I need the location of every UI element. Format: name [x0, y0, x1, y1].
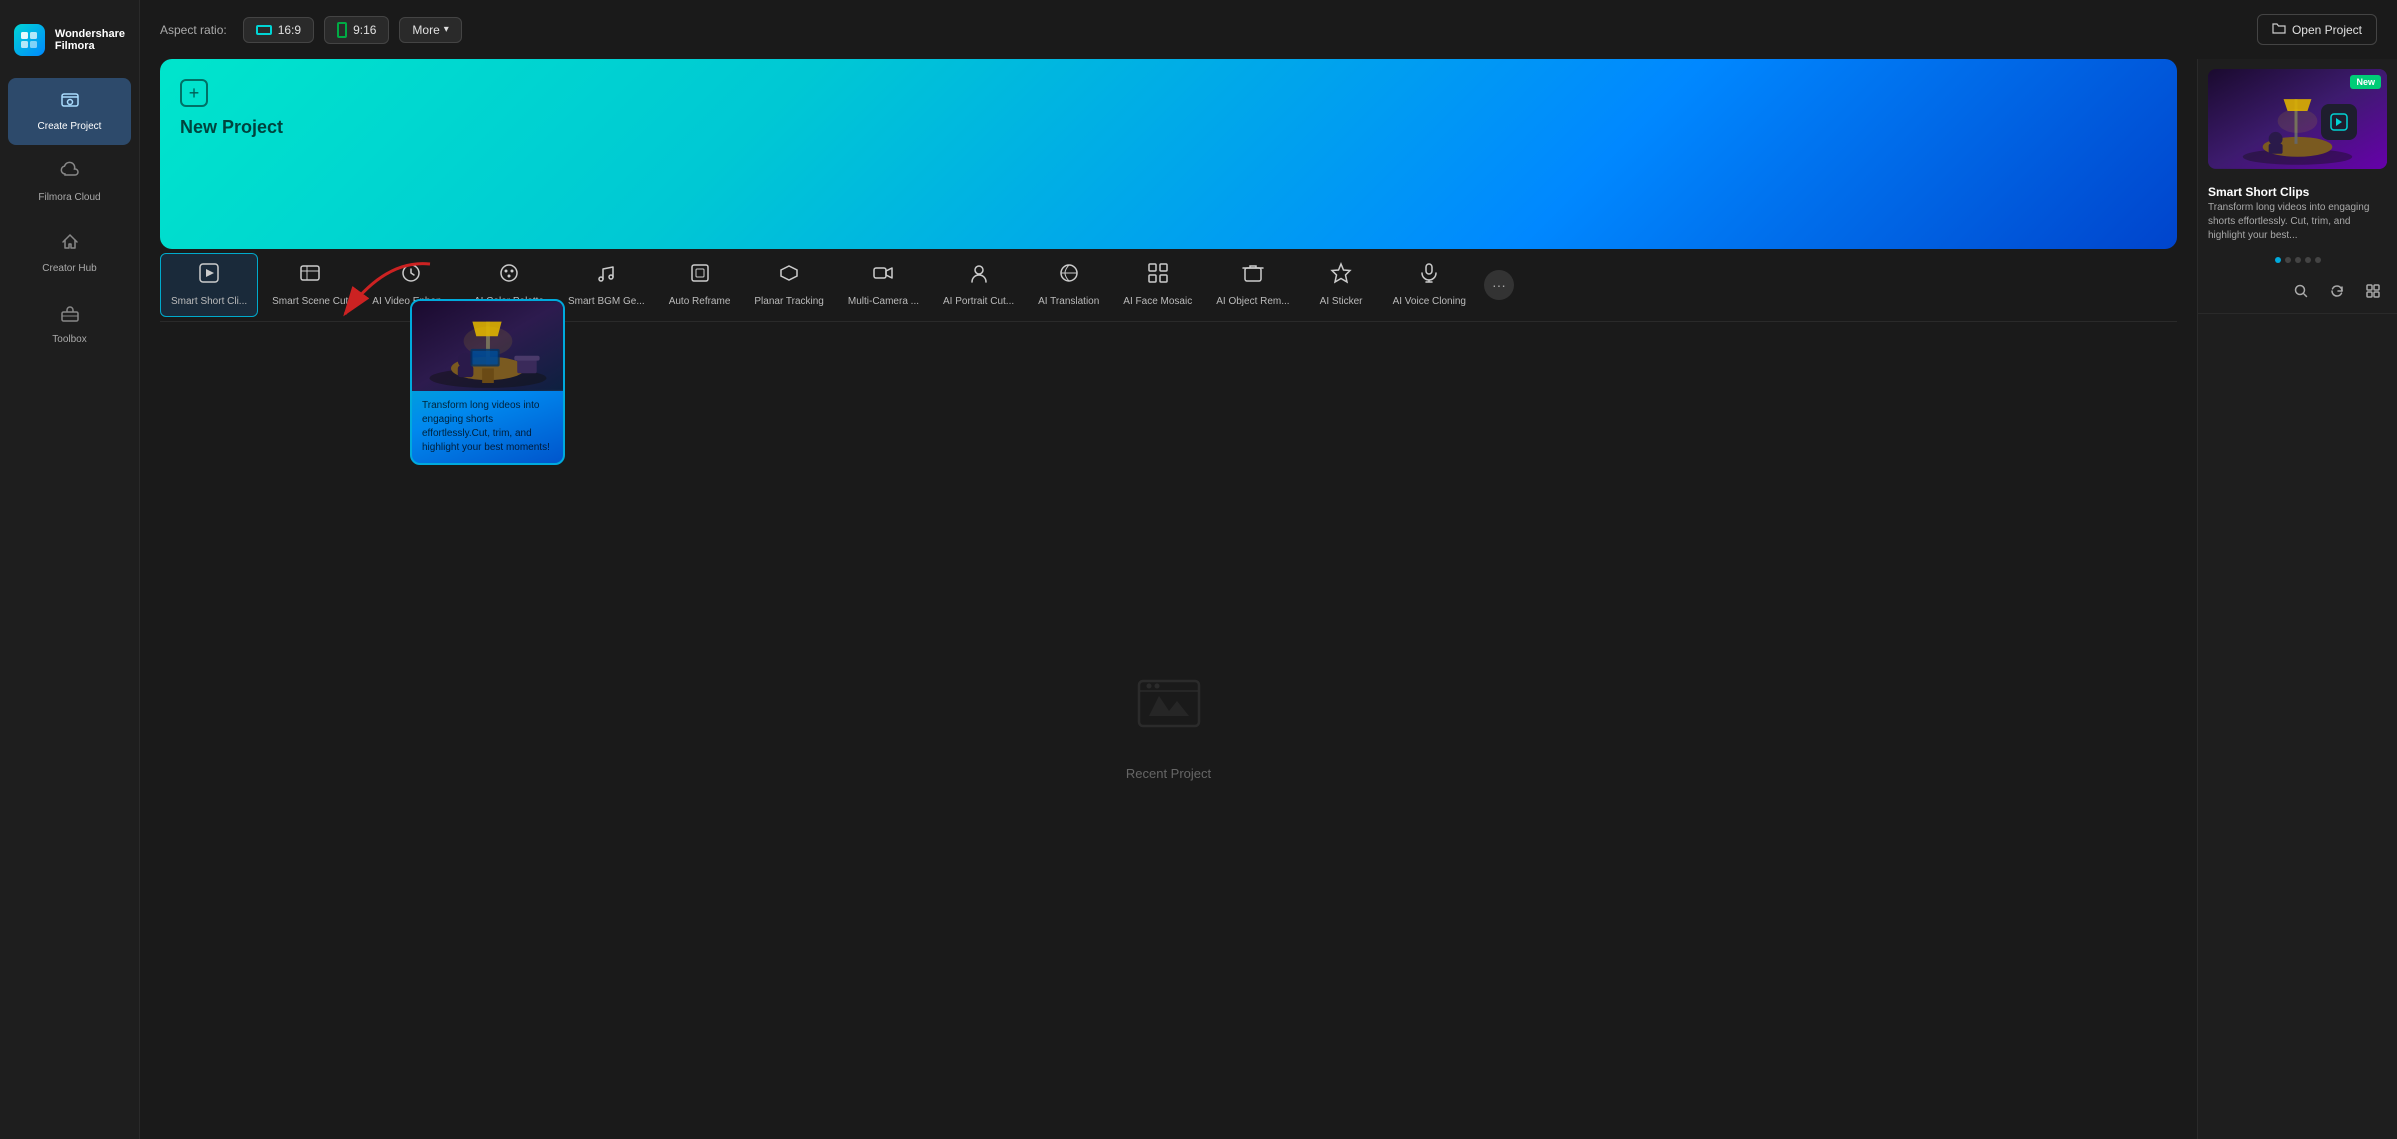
auto-reframe-icon [689, 262, 711, 291]
folder-icon [2272, 21, 2286, 38]
ai-face-mosaic-label: AI Face Mosaic [1123, 295, 1192, 308]
create-project-icon [60, 90, 80, 115]
feature-item-ai-translation[interactable]: AI Translation [1028, 254, 1109, 316]
tooltip-arrow [335, 254, 455, 334]
more-label: More [412, 23, 439, 37]
sidebar-item-create-project[interactable]: Create Project [8, 78, 131, 145]
ai-object-remove-label: AI Object Rem... [1216, 295, 1289, 308]
dot-1 [2275, 257, 2281, 263]
ai-object-remove-icon [1242, 262, 1264, 291]
more-features-btn[interactable]: ··· [1484, 270, 1514, 300]
smart-scene-cut-icon [299, 262, 321, 291]
feature-item-smart-short-clips[interactable]: Smart Short Cli... [160, 253, 258, 317]
sidebar-item-filmora-cloud[interactable]: Filmora Cloud [8, 149, 131, 216]
ratio-169-label: 16:9 [278, 23, 301, 37]
ai-sticker-label: AI Sticker [1320, 295, 1363, 308]
multi-camera-label: Multi-Camera ... [848, 295, 919, 308]
ratio-916-label: 9:16 [353, 23, 376, 37]
new-project-inner: + New Project [180, 79, 283, 138]
aspect-ratio-label: Aspect ratio: [160, 23, 227, 37]
main-area: Aspect ratio: 16:9 9:16 More ▾ Open Proj… [140, 0, 2397, 1139]
feature-item-ai-face-mosaic[interactable]: AI Face Mosaic [1113, 254, 1202, 316]
feature-item-ai-sticker[interactable]: AI Sticker [1304, 254, 1379, 316]
dot-4 [2305, 257, 2311, 263]
ai-voice-cloning-label: AI Voice Cloning [1393, 295, 1466, 308]
right-panel-description: Transform long videos into engaging shor… [2198, 201, 2397, 251]
tooltip-description: Transform long videos into engaging shor… [412, 391, 563, 463]
ratio-916-icon [337, 22, 347, 38]
auto-reframe-label: Auto Reframe [669, 295, 731, 308]
ratio-169-icon [256, 25, 272, 35]
feature-item-multi-camera[interactable]: Multi-Camera ... [838, 254, 929, 316]
toolbox-icon [60, 303, 80, 328]
dots-row [2198, 251, 2397, 269]
multi-camera-icon [872, 262, 894, 291]
right-panel-actions [2198, 269, 2397, 314]
right-panel: New Smart Short Clips Transform long vid… [2197, 59, 2397, 1139]
right-panel-card[interactable]: New [2208, 69, 2387, 169]
empty-state-label: Recent Project [1126, 766, 1211, 781]
feature-item-planar-tracking[interactable]: Planar Tracking [744, 254, 833, 316]
open-project-btn[interactable]: Open Project [2257, 14, 2377, 45]
right-panel-title: Smart Short Clips [2198, 179, 2397, 201]
feature-item-smart-bgm-gen[interactable]: Smart BGM Ge... [558, 254, 655, 316]
chevron-down-icon: ▾ [444, 24, 449, 35]
new-badge: New [2350, 75, 2381, 89]
feature-item-ai-object-remove[interactable]: AI Object Rem... [1206, 254, 1299, 316]
ai-portrait-cut-icon [968, 262, 990, 291]
more-btn[interactable]: More ▾ [399, 17, 461, 43]
smart-bgm-gen-icon [595, 262, 617, 291]
new-project-banner[interactable]: + New Project [160, 59, 2177, 249]
ellipsis-icon: ··· [1492, 277, 1506, 293]
sidebar-item-creator-hub-label: Creator Hub [42, 262, 96, 275]
ai-portrait-cut-label: AI Portrait Cut... [943, 295, 1014, 308]
content-area: + New Project Smart Short Cli... Smart S… [140, 59, 2397, 1139]
open-project-label: Open Project [2292, 23, 2362, 37]
sidebar-item-creator-hub[interactable]: Creator Hub [8, 220, 131, 287]
ai-translation-icon [1058, 262, 1080, 291]
smart-short-clips-label: Smart Short Cli... [171, 295, 247, 308]
feature-item-ai-voice-cloning[interactable]: AI Voice Cloning [1383, 254, 1476, 316]
ai-face-mosaic-icon [1147, 262, 1169, 291]
app-logo-icon [14, 24, 45, 56]
dot-3 [2295, 257, 2301, 263]
planar-tracking-icon [778, 262, 800, 291]
logo-area: Wondershare Filmora [0, 10, 139, 76]
smart-shorts-icon [2321, 104, 2357, 140]
planar-tracking-label: Planar Tracking [754, 295, 823, 308]
ai-voice-cloning-icon [1418, 262, 1440, 291]
sidebar-item-filmora-cloud-label: Filmora Cloud [38, 191, 100, 204]
grid-icon-btn[interactable] [2359, 277, 2387, 305]
sidebar: Wondershare Filmora Create Project Filmo… [0, 0, 140, 1139]
dot-2 [2285, 257, 2291, 263]
creator-hub-icon [60, 232, 80, 257]
sidebar-item-toolbox-label: Toolbox [52, 333, 86, 346]
smart-bgm-gen-label: Smart BGM Ge... [568, 295, 645, 308]
logo-text: Wondershare Filmora [55, 28, 125, 52]
refresh-icon-btn[interactable] [2323, 277, 2351, 305]
topbar: Aspect ratio: 16:9 9:16 More ▾ Open Proj… [140, 0, 2397, 59]
ai-translation-label: AI Translation [1038, 295, 1099, 308]
main-content: + New Project Smart Short Cli... Smart S… [140, 59, 2197, 1139]
feature-item-ai-portrait-cut[interactable]: AI Portrait Cut... [933, 254, 1024, 316]
smart-short-clips-icon [198, 262, 220, 291]
filmora-cloud-icon [60, 161, 80, 186]
search-icon-btn[interactable] [2287, 277, 2315, 305]
ai-sticker-icon [1330, 262, 1352, 291]
new-project-label: New Project [180, 117, 283, 138]
dot-5 [2315, 257, 2321, 263]
sidebar-item-toolbox[interactable]: Toolbox [8, 291, 131, 358]
feature-item-auto-reframe[interactable]: Auto Reframe [659, 254, 741, 316]
plus-icon: + [180, 79, 208, 107]
aspect-ratio-916-btn[interactable]: 9:16 [324, 16, 389, 44]
aspect-ratio-169-btn[interactable]: 16:9 [243, 17, 314, 43]
empty-icon [1129, 661, 1209, 754]
sidebar-item-create-project-label: Create Project [38, 120, 102, 133]
ai-color-palette-icon [498, 262, 520, 291]
